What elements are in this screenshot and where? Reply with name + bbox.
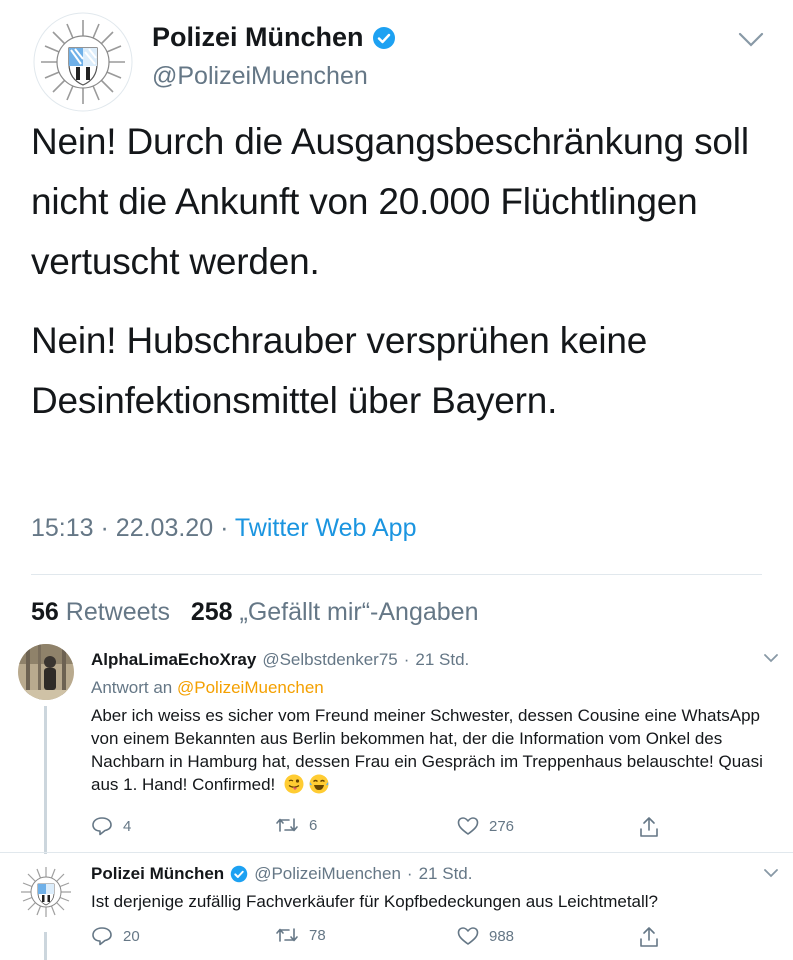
reply-text: Aber ich weiss es sicher vom Freund mein… <box>91 704 781 796</box>
reply-author-name[interactable]: AlphaLimaEchoXray <box>91 650 256 670</box>
retweets-stat[interactable]: 56 Retweets <box>31 598 170 626</box>
chevron-down-icon[interactable] <box>764 653 778 663</box>
like-count: 276 <box>489 817 515 835</box>
reply-text-content: Aber ich weiss es sicher vom Freund mein… <box>91 706 763 794</box>
author-handle[interactable]: @PolizeiMuenchen <box>152 62 368 91</box>
tweet-source-link[interactable]: Twitter Web App <box>235 514 417 542</box>
retweets-label: Retweets <box>65 598 170 626</box>
tweet-stats: 56 Retweets 258 „Gefällt mir“-Angaben <box>31 598 478 627</box>
tweet-time[interactable]: 15:13 <box>31 514 94 542</box>
reply-header: AlphaLimaEchoXray @Selbstdenker75 · 21 S… <box>91 650 469 670</box>
reply-count: 4 <box>123 817 132 835</box>
chevron-down-icon[interactable] <box>764 868 778 878</box>
comment-icon <box>92 817 112 836</box>
heart-icon <box>457 927 479 945</box>
likes-label: „Gefällt mir“-Angaben <box>239 598 479 626</box>
user-photo-avatar[interactable] <box>18 644 74 700</box>
replying-to: Antwort an @PolizeiMuenchen <box>91 678 324 698</box>
meta-separator: · <box>403 650 410 669</box>
like-count: 988 <box>489 927 515 945</box>
reply-action[interactable]: 20 <box>91 926 140 946</box>
reply-text-content: Ist derjenige zufällig Fachverkäufer für… <box>91 892 659 911</box>
winking-face-with-tongue-icon <box>284 774 304 794</box>
meta-separator: · <box>220 514 229 542</box>
retweet-icon <box>276 928 298 942</box>
reply-author-handle[interactable]: @PolizeiMuenchen <box>254 864 401 884</box>
divider <box>0 852 793 853</box>
comment-icon <box>92 927 112 946</box>
author-name[interactable]: Polizei München <box>152 22 396 53</box>
reply-header: Polizei München @PolizeiMuenchen · 21 St… <box>91 864 472 884</box>
reply-text: Ist derjenige zufällig Fachverkäufer für… <box>91 890 781 913</box>
police-badge-avatar[interactable] <box>33 12 133 112</box>
reply-actions: 4 6 276 <box>91 816 671 840</box>
retweets-count: 56 <box>31 598 59 626</box>
thread-line <box>44 932 47 960</box>
retweet-count: 6 <box>309 816 318 834</box>
verified-icon <box>372 26 395 49</box>
likes-count: 258 <box>190 598 233 626</box>
thread-line <box>44 706 47 854</box>
reply-action[interactable]: 4 <box>91 816 131 836</box>
reply-time[interactable]: 21 Std. <box>415 650 469 670</box>
reply-actions: 20 78 988 <box>91 926 671 950</box>
retweet-action[interactable]: 6 <box>275 816 317 834</box>
reply-time[interactable]: 21 Std. <box>419 864 473 884</box>
like-action[interactable]: 276 <box>457 816 514 836</box>
reply-count: 20 <box>123 927 140 945</box>
reply-author-handle[interactable]: @Selbstdenker75 <box>262 650 397 670</box>
tweet-paragraph: Nein! Durch die Ausgangsbeschränkung sol… <box>31 121 749 282</box>
tweet-date[interactable]: 22.03.20 <box>116 514 213 542</box>
face-with-tears-of-joy-icon <box>309 774 329 794</box>
author-display-name[interactable]: Polizei München <box>152 22 364 53</box>
divider <box>31 574 762 575</box>
reply-author-name[interactable]: Polizei München <box>91 864 224 884</box>
share-action[interactable] <box>639 926 659 948</box>
likes-stat[interactable]: 258 „Gefällt mir“-Angaben <box>191 598 479 626</box>
meta-separator: · <box>406 864 413 883</box>
retweet-action[interactable]: 78 <box>275 926 326 944</box>
police-badge-avatar[interactable] <box>18 864 74 920</box>
replying-to-label: Antwort an <box>91 678 173 697</box>
replying-to-mention[interactable]: @PolizeiMuenchen <box>177 678 324 697</box>
share-icon <box>640 927 658 947</box>
retweet-icon <box>276 818 298 832</box>
heart-icon <box>457 817 479 835</box>
share-action[interactable] <box>639 816 659 838</box>
share-icon <box>640 817 658 837</box>
tweet-paragraph: Nein! Hubschrauber versprühen keine Desi… <box>31 320 648 421</box>
tweet-meta: 15:13 · 22.03.20 · Twitter Web App <box>31 514 416 543</box>
retweet-count: 78 <box>309 926 326 944</box>
meta-separator: · <box>100 514 109 542</box>
tweet-text: Nein! Durch die Ausgangsbeschränkung sol… <box>31 112 771 431</box>
like-action[interactable]: 988 <box>457 926 514 946</box>
chevron-down-icon[interactable] <box>738 30 764 50</box>
verified-icon <box>230 865 248 883</box>
